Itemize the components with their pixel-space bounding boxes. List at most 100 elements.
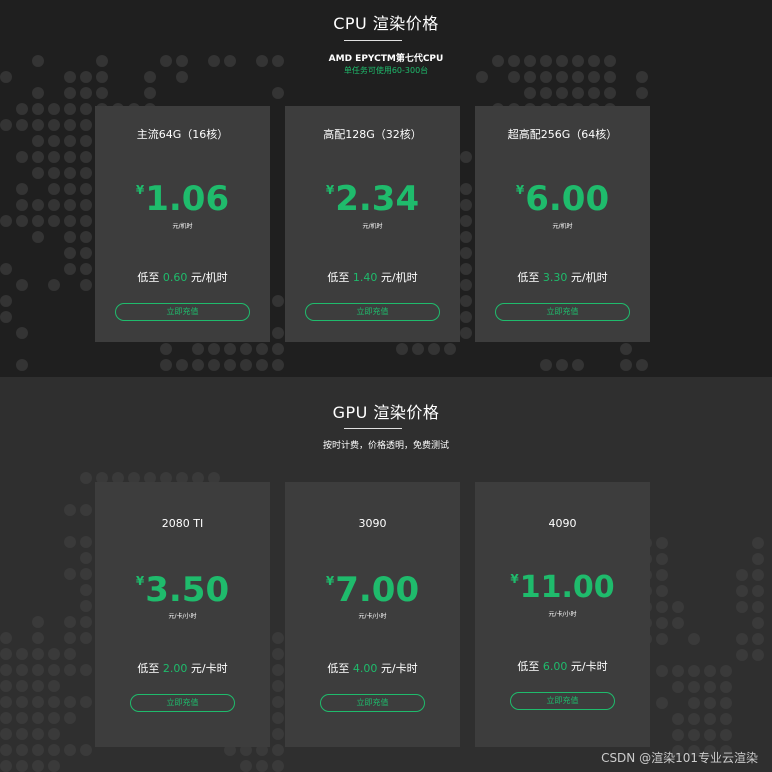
map-dot — [80, 584, 92, 596]
map-dot — [460, 279, 472, 291]
map-dot — [704, 681, 716, 693]
map-dot — [16, 119, 28, 131]
title-underline — [344, 428, 402, 429]
map-dot — [96, 87, 108, 99]
lowest-price-unit: 元/机时 — [380, 271, 418, 284]
map-dot — [412, 343, 424, 355]
map-dot — [160, 359, 172, 371]
map-dot — [224, 359, 236, 371]
map-dot — [32, 632, 44, 644]
gpu-price-card: 2080 TI ¥3.50 元/卡/小时 低至 2.00 元/卡时 立即充值 — [95, 482, 270, 747]
map-dot — [48, 183, 60, 195]
map-dot — [272, 648, 284, 660]
map-dot — [80, 616, 92, 628]
map-dot — [556, 87, 568, 99]
map-dot — [0, 760, 12, 772]
card-plan-name: 超高配256G（64核） — [507, 128, 618, 141]
map-dot — [32, 712, 44, 724]
currency-symbol: ¥ — [135, 183, 145, 197]
map-dot — [0, 311, 12, 323]
lowest-price-prefix: 低至 — [137, 662, 160, 675]
currency-symbol: ¥ — [325, 574, 335, 588]
recharge-button[interactable]: 立即充值 — [305, 303, 440, 321]
map-dot — [48, 728, 60, 740]
map-dot — [272, 696, 284, 708]
title-underline — [344, 40, 402, 41]
map-dot — [460, 199, 472, 211]
map-dot — [16, 728, 28, 740]
card-plan-name: 3090 — [358, 517, 387, 530]
map-dot — [556, 359, 568, 371]
map-dot — [752, 601, 764, 613]
map-dot — [48, 279, 60, 291]
recharge-button[interactable]: 立即充值 — [320, 694, 425, 712]
recharge-button[interactable]: 立即充值 — [495, 303, 630, 321]
cpu-price-card: 主流64G（16核） ¥1.06 元/机时 低至 0.60 元/机时 立即充值 — [95, 106, 270, 342]
map-dot — [0, 696, 12, 708]
map-dot — [16, 103, 28, 115]
map-dot — [80, 183, 92, 195]
lowest-price: 低至 3.30 元/机时 — [475, 269, 650, 285]
map-dot — [272, 632, 284, 644]
map-dot — [256, 760, 268, 772]
map-dot — [620, 359, 632, 371]
map-dot — [0, 119, 12, 131]
map-dot — [524, 87, 536, 99]
map-dot — [704, 729, 716, 741]
map-dot — [80, 472, 92, 484]
map-dot — [16, 648, 28, 660]
map-dot — [656, 601, 668, 613]
price-unit: 元/卡/小时 — [358, 613, 387, 620]
gpu-price-card: 3090 ¥7.00 元/卡/小时 低至 4.00 元/卡时 立即充值 — [285, 482, 460, 747]
recharge-button[interactable]: 立即充值 — [130, 694, 235, 712]
map-dot — [16, 327, 28, 339]
map-dot — [80, 135, 92, 147]
map-dot — [48, 167, 60, 179]
lowest-price-prefix: 低至 — [517, 271, 540, 284]
map-dot — [80, 87, 92, 99]
lowest-price-prefix: 低至 — [137, 271, 160, 284]
map-dot — [80, 215, 92, 227]
price-value: 2.34 — [335, 179, 420, 219]
map-dot — [0, 648, 12, 660]
map-dot — [16, 279, 28, 291]
map-dot — [604, 87, 616, 99]
map-dot — [656, 617, 668, 629]
map-dot — [460, 151, 472, 163]
lowest-price-unit: 元/卡时 — [570, 660, 608, 673]
map-dot — [32, 648, 44, 660]
map-dot — [16, 680, 28, 692]
map-dot — [64, 632, 76, 644]
recharge-button[interactable]: 立即充值 — [115, 303, 250, 321]
map-dot — [672, 665, 684, 677]
map-dot — [688, 697, 700, 709]
map-dot — [0, 632, 12, 644]
map-dot — [240, 359, 252, 371]
map-dot — [460, 295, 472, 307]
cpu-price-card: 超高配256G（64核） ¥6.00 元/机时 低至 3.30 元/机时 立即充… — [475, 106, 650, 342]
map-dot — [656, 569, 668, 581]
recharge-button[interactable]: 立即充值 — [510, 692, 615, 710]
map-dot — [540, 87, 552, 99]
lowest-price-value: 0.60 — [162, 271, 188, 284]
map-dot — [32, 744, 44, 756]
map-dot — [32, 167, 44, 179]
currency-symbol: ¥ — [510, 572, 519, 586]
lowest-price-unit: 元/机时 — [570, 271, 608, 284]
map-dot — [0, 744, 12, 756]
map-dot — [64, 648, 76, 660]
map-dot — [672, 617, 684, 629]
map-dot — [0, 263, 12, 275]
map-dot — [720, 681, 732, 693]
map-dot — [64, 263, 76, 275]
map-dot — [272, 87, 284, 99]
map-dot — [720, 665, 732, 677]
map-dot — [656, 537, 668, 549]
map-dot — [80, 199, 92, 211]
card-price: ¥11.00 — [475, 570, 650, 606]
card-price: ¥3.50 — [95, 572, 270, 608]
map-dot — [272, 760, 284, 772]
map-dot — [48, 215, 60, 227]
map-dot — [64, 568, 76, 580]
lowest-price-unit: 元/卡时 — [380, 662, 418, 675]
